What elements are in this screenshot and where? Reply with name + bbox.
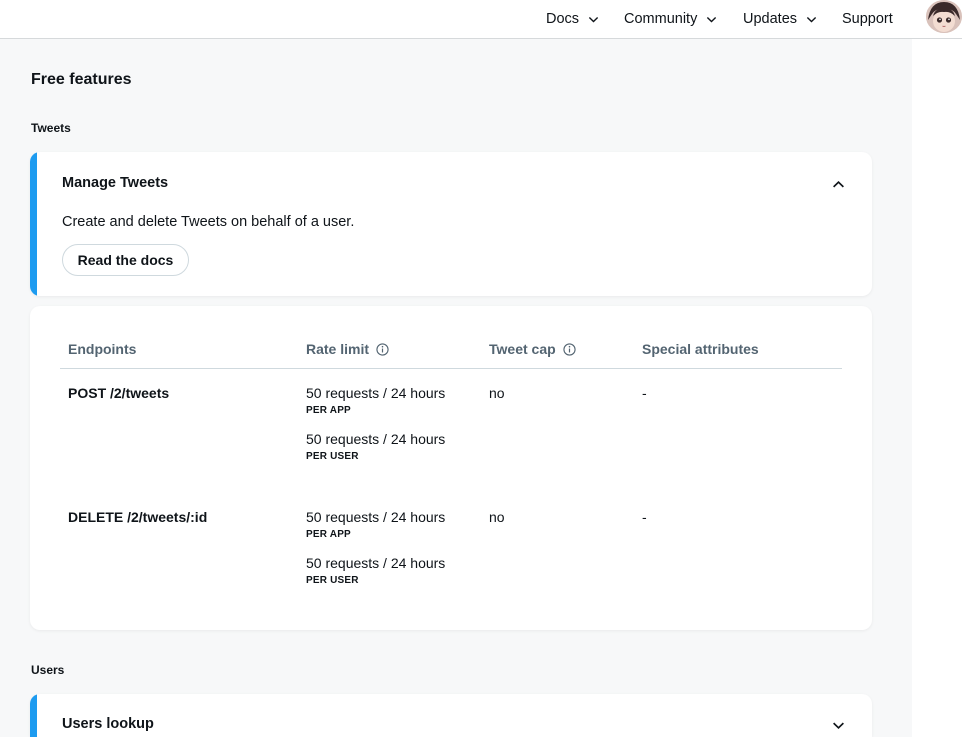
rate-limit-value: 50 requests / 24 hours	[306, 509, 446, 525]
column-header-rate-limit: Rate limit	[306, 341, 389, 357]
tweet-cap-value: no	[489, 509, 505, 525]
top-navigation-bar: Docs Community Updates Support	[0, 0, 962, 39]
card-accent-bar	[30, 694, 37, 737]
nav-item-label: Updates	[743, 11, 798, 27]
nav-item-label: Support	[842, 11, 893, 27]
nav-item-label: Community	[624, 11, 698, 27]
card-description: Create and delete Tweets on behalf of a …	[62, 214, 355, 230]
nav-item-community[interactable]: Community	[624, 0, 717, 38]
column-header-label: Rate limit	[306, 341, 370, 357]
feature-card-users-lookup[interactable]: Users lookup	[30, 694, 872, 737]
special-attributes-value: -	[642, 385, 647, 401]
rate-limit-scope: PER USER	[306, 575, 359, 586]
column-header-label: Tweet cap	[489, 341, 556, 357]
chevron-up-icon[interactable]	[832, 178, 845, 191]
feature-card-manage-tweets: Manage Tweets Create and delete Tweets o…	[30, 152, 872, 296]
rate-limit-scope: PER USER	[306, 451, 359, 462]
column-header-special-attributes: Special attributes	[642, 341, 759, 357]
info-icon[interactable]	[376, 342, 389, 356]
special-attributes-value: -	[642, 509, 647, 525]
chevron-down-icon	[588, 16, 599, 22]
nav-item-docs[interactable]: Docs	[546, 0, 599, 38]
rate-limit-scope: PER APP	[306, 405, 351, 416]
section-heading-tweets: Tweets	[31, 121, 71, 135]
read-the-docs-button[interactable]: Read the docs	[62, 244, 189, 276]
section-heading-users: Users	[31, 663, 65, 677]
chevron-down-icon	[707, 16, 717, 22]
chevron-down-icon[interactable]	[832, 719, 845, 732]
nav-item-support[interactable]: Support	[842, 0, 893, 38]
column-header-endpoints: Endpoints	[68, 341, 136, 357]
avatar-image	[926, 0, 962, 33]
card-title[interactable]: Manage Tweets	[62, 175, 168, 191]
tweet-cap-value: no	[489, 385, 505, 401]
nav-item-updates[interactable]: Updates	[743, 0, 817, 38]
card-title[interactable]: Users lookup	[62, 716, 154, 732]
info-icon[interactable]	[563, 342, 576, 356]
rate-limit-scope: PER APP	[306, 529, 351, 540]
column-header-tweet-cap: Tweet cap	[489, 341, 576, 357]
table-row-endpoint: DELETE /2/tweets/:id	[68, 509, 208, 525]
right-gutter	[912, 39, 962, 737]
page-title: Free features	[31, 71, 132, 88]
card-accent-bar	[30, 152, 37, 296]
column-header-label: Special attributes	[642, 341, 759, 357]
endpoints-table: Endpoints Rate limit Tweet cap Special a…	[30, 306, 872, 630]
column-header-label: Endpoints	[68, 341, 137, 357]
table-row-endpoint: POST /2/tweets	[68, 385, 170, 401]
user-avatar-icon[interactable]	[926, 0, 962, 33]
rate-limit-value: 50 requests / 24 hours	[306, 385, 446, 401]
chevron-down-icon	[806, 16, 817, 22]
table-header-divider	[60, 368, 842, 369]
nav-item-label: Docs	[546, 11, 580, 27]
rate-limit-value: 50 requests / 24 hours	[306, 555, 446, 571]
rate-limit-value: 50 requests / 24 hours	[306, 431, 446, 447]
